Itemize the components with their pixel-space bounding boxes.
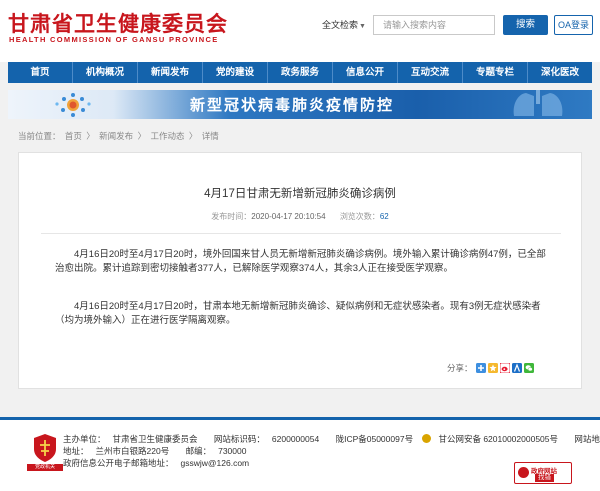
- nav-item-news[interactable]: 新闻发布: [138, 62, 203, 83]
- gov-emblem-icon: [518, 467, 529, 478]
- breadcrumb-separator: 〉: [188, 131, 198, 141]
- publish-time: 2020-04-17 20:10:54: [251, 212, 326, 221]
- nav-item-disclosure[interactable]: 信息公开: [333, 62, 398, 83]
- host-name: 甘肃省卫生健康委员会: [112, 434, 198, 444]
- covid-banner[interactable]: 新型冠状病毒肺炎疫情防控: [8, 90, 592, 119]
- renren-icon[interactable]: [511, 363, 522, 373]
- footer-line-3: 政府信息公开电子邮箱地址： gsswjw@126.com: [63, 457, 263, 469]
- icp-link[interactable]: 陇ICP备05000097号: [336, 434, 414, 444]
- host-label: 主办单位：: [63, 434, 106, 444]
- site-title[interactable]: 甘肃省卫生健康委员会: [8, 8, 228, 38]
- views-count: 62: [379, 212, 389, 221]
- oa-login-button[interactable]: OA登录: [554, 15, 593, 35]
- publish-label: 发布时间：: [211, 212, 252, 221]
- gov-site-error-report-badge[interactable]: 政府网站 找错: [514, 462, 572, 484]
- email[interactable]: gsswjw@126.com: [181, 458, 250, 468]
- site-footer: 党政机关 主办单位： 甘肃省卫生健康委员会 网站标识码： 6200000054 陇I…: [0, 417, 600, 491]
- plus-icon[interactable]: [475, 363, 486, 373]
- breadcrumb: 当前位置： 首页 〉 新闻发布 〉 工作动态 〉 详情: [18, 130, 221, 142]
- article-meta: 发布时间：2020-04-17 20:10:54 浏览次数：62: [19, 211, 581, 222]
- breadcrumb-prefix: 当前位置：: [18, 131, 61, 141]
- search-input[interactable]: 请输入搜索内容: [373, 15, 495, 35]
- breadcrumb-item-home[interactable]: 首页: [65, 131, 82, 141]
- address: 兰州市白银路220号: [95, 446, 170, 456]
- site-subtitle: HEALTH COMMISSION OF GANSU PROVINCE: [9, 35, 219, 44]
- postcode: 730000: [218, 446, 247, 456]
- article-paragraph: 4月16日20时至4月17日20时，甘肃本地无新增新冠肺炎确诊、疑似病例和无症状…: [55, 301, 541, 326]
- nav-item-home[interactable]: 首页: [8, 62, 73, 83]
- email-label: 政府信息公开电子邮箱地址：: [63, 458, 174, 468]
- breadcrumb-item-detail: 详情: [201, 131, 219, 141]
- search-scope-value: 全文检索: [322, 20, 359, 30]
- banner-title: 新型冠状病毒肺炎疫情防控: [190, 97, 395, 114]
- search-button[interactable]: 搜索: [503, 15, 548, 35]
- sitemap-link[interactable]: 网站地图: [574, 434, 600, 444]
- emblem-label: 党政机关: [27, 464, 63, 471]
- lungs-icon: [513, 90, 563, 116]
- gov-badge-line2: 找错: [535, 474, 554, 482]
- nav-item-overview[interactable]: 机构概况: [73, 62, 138, 83]
- breadcrumb-separator: 〉: [137, 131, 147, 141]
- article-paragraph: 4月16日20时至4月17日20时，境外回国来甘人员无新增新冠肺炎确诊病例。境外…: [55, 249, 546, 274]
- breadcrumb-item-work[interactable]: 工作动态: [150, 131, 184, 141]
- virus-icon: [55, 93, 91, 117]
- article-title: 4月17日甘肃无新增新冠肺炎确诊病例: [204, 188, 396, 200]
- nav-item-interaction[interactable]: 互动交流: [398, 62, 463, 83]
- breadcrumb-separator: 〉: [86, 131, 95, 141]
- nav-item-topics[interactable]: 专题专栏: [463, 62, 528, 83]
- footer-line-1: 主办单位： 甘肃省卫生健康委员会 网站标识码： 6200000054 陇ICP备05…: [63, 433, 600, 445]
- police-record-link[interactable]: 甘公网安备 62010002000505号: [438, 434, 558, 444]
- main-nav: 首页 机构概况 新闻发布 党的建设 政务服务 信息公开 互动交流 专题专栏 深化…: [8, 62, 592, 83]
- search-scope-select[interactable]: 全文检索▼: [322, 17, 368, 34]
- divider: [41, 233, 561, 234]
- site-header: 甘肃省卫生健康委员会 HEALTH COMMISSION OF GANSU PR…: [0, 0, 600, 62]
- wechat-icon[interactable]: [523, 363, 534, 373]
- party-emblem-icon[interactable]: [32, 433, 58, 463]
- nav-item-party[interactable]: 党的建设: [203, 62, 268, 83]
- breadcrumb-item-news[interactable]: 新闻发布: [99, 131, 133, 141]
- views-label: 浏览次数：: [339, 212, 380, 221]
- weibo-icon[interactable]: [499, 363, 510, 373]
- nav-item-reform[interactable]: 深化医改: [528, 62, 592, 83]
- postcode-label: 邮编：: [185, 446, 212, 456]
- address-label: 地址：: [63, 446, 89, 456]
- share-label: 分享：: [447, 363, 473, 373]
- qzone-icon[interactable]: [487, 363, 498, 373]
- chevron-down-icon: ▼: [359, 23, 366, 30]
- share-bar: 分享：: [447, 362, 536, 374]
- site-id-label: 网站标识码：: [213, 434, 265, 444]
- police-badge-icon: [422, 434, 432, 443]
- nav-item-services[interactable]: 政务服务: [268, 62, 333, 83]
- site-id: 6200000054: [271, 434, 320, 444]
- article-panel: 4月17日甘肃无新增新冠肺炎确诊病例 发布时间：2020-04-17 20:10…: [18, 152, 582, 389]
- footer-line-2: 地址： 兰州市白银路220号 邮编： 730000: [63, 445, 260, 457]
